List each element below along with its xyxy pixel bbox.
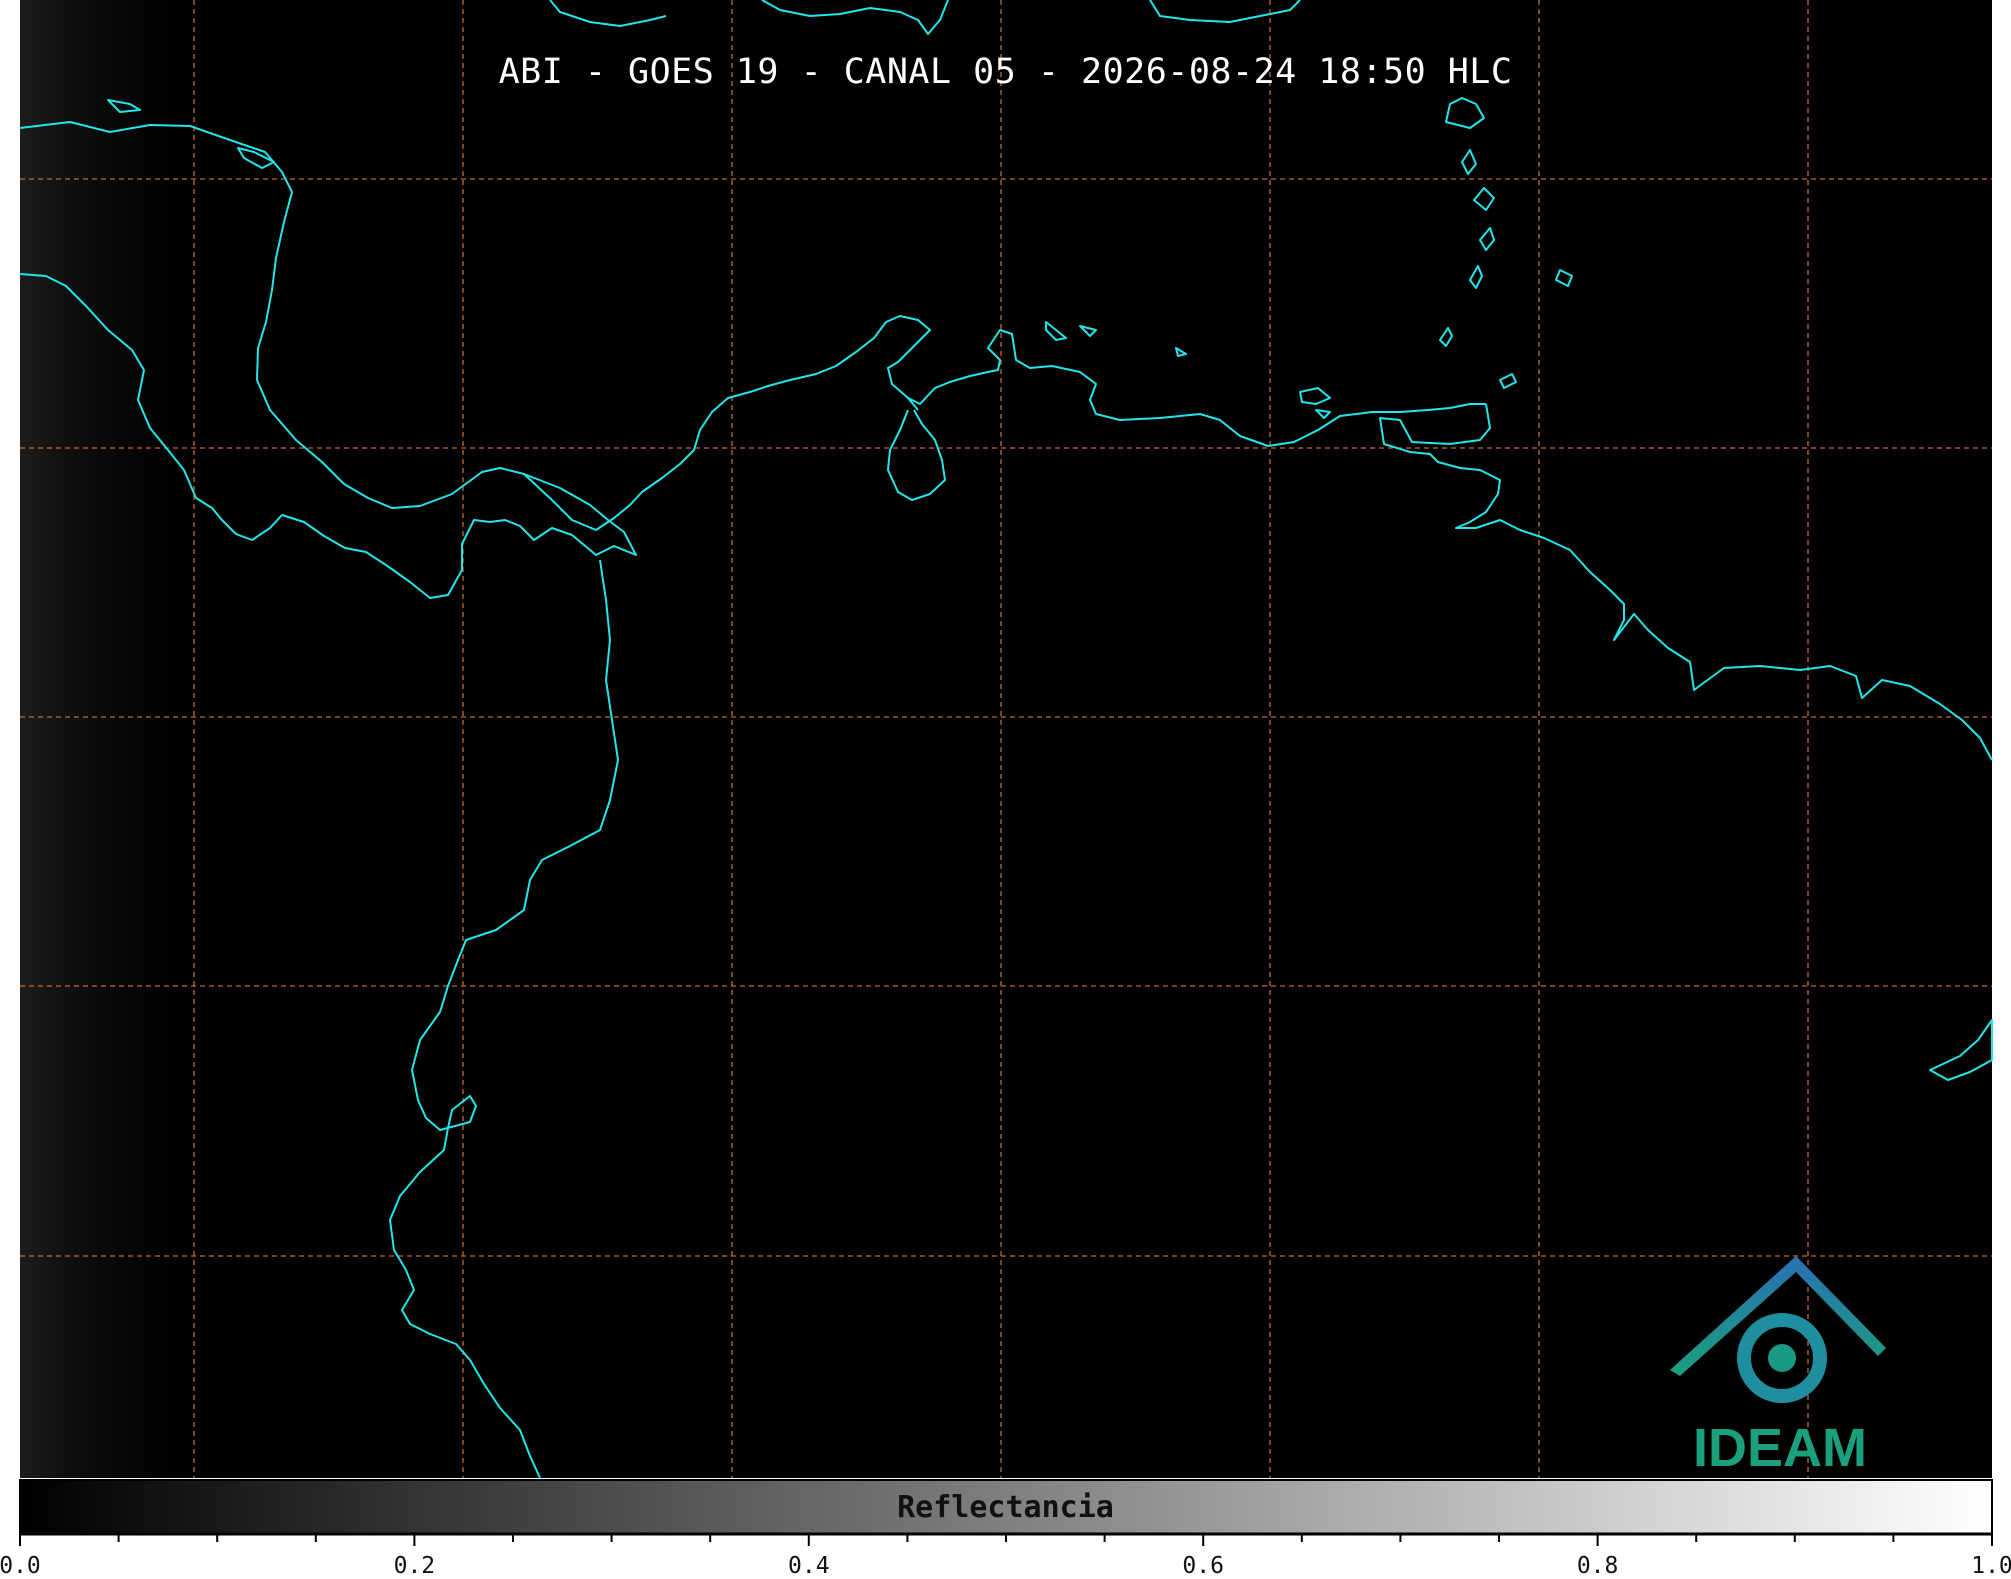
colorbar-tick-label: 0.0 (0, 1553, 41, 1579)
colorbar-tick-label: 0.2 (393, 1553, 436, 1579)
colorbar-tick-label: 0.8 (1576, 1553, 1619, 1579)
colorbar-tick-label: 0.6 (1182, 1553, 1224, 1579)
colorbar-label: Reflectancia (897, 1490, 1114, 1525)
logo-text: IDEAM (1693, 1418, 1867, 1478)
map-title: ABI - GOES 19 - CANAL 05 - 2026-08-24 18… (498, 52, 1513, 92)
satellite-map: IDEAM (19, 0, 1993, 1546)
colorbar-tick-label: 1.0 (1971, 1553, 2011, 1579)
colorbar-tick-label: 0.4 (788, 1553, 830, 1579)
